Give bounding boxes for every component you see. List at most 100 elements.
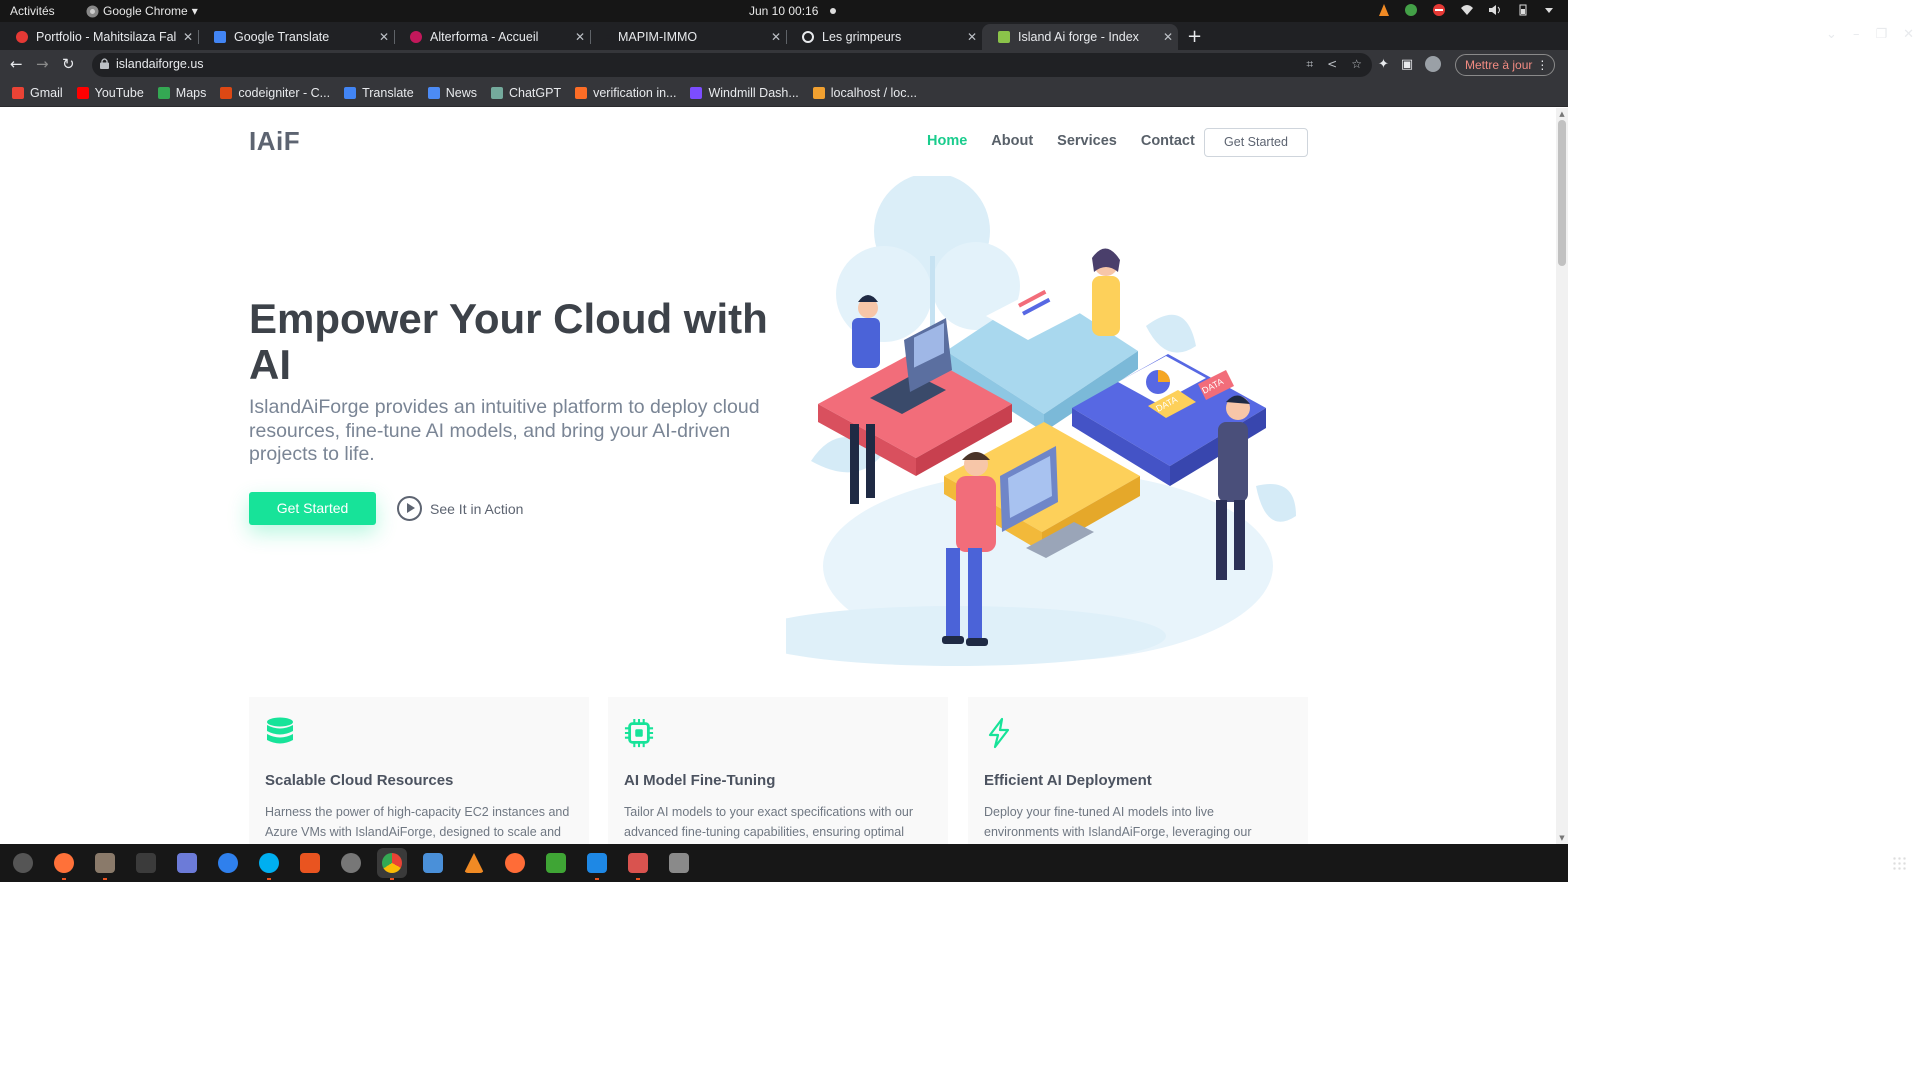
bookmark-item[interactable]: YouTube xyxy=(76,86,144,100)
new-tab-button[interactable]: + xyxy=(1187,26,1202,47)
bookmark-favicon-icon xyxy=(220,87,233,99)
bookmark-label: News xyxy=(445,86,477,100)
close-icon[interactable]: ✕ xyxy=(1158,30,1178,44)
firefox-icon[interactable] xyxy=(49,848,79,880)
tab-les-grimpeurs[interactable]: Les grimpeurs ✕ xyxy=(786,24,982,50)
avatar[interactable] xyxy=(1425,56,1442,72)
feature-title: AI Model Fine-Tuning xyxy=(624,772,776,789)
feature-card-finetune: AI Model Fine-Tuning Tailor AI models to… xyxy=(608,697,948,844)
update-icon xyxy=(1405,4,1417,16)
wifi-icon xyxy=(1461,5,1473,15)
close-icon[interactable]: ✕ xyxy=(178,30,198,44)
app-menu[interactable]: Google Chrome ▾ xyxy=(86,4,198,18)
bookmark-item[interactable]: Maps xyxy=(157,86,206,100)
bookmark-label: Translate xyxy=(362,86,414,100)
bookmark-item[interactable]: Translate xyxy=(344,86,414,100)
scroll-up-icon[interactable]: ▲ xyxy=(1558,110,1566,118)
clock[interactable]: Jun 10 00:16 xyxy=(749,4,818,18)
bookmark-favicon-icon xyxy=(491,87,503,99)
tab-google-translate[interactable]: Google Translate ✕ xyxy=(198,24,395,50)
nav-services[interactable]: Services xyxy=(1057,133,1117,149)
page-scrollbar[interactable]: ▲ ▼ xyxy=(1556,108,1568,844)
bookmark-favicon-icon xyxy=(76,87,89,99)
tab-title: Alterforma - Accueil xyxy=(430,30,539,44)
restore-icon[interactable]: ❐ xyxy=(1875,27,1887,42)
vscode-icon[interactable] xyxy=(582,848,612,880)
site-logo[interactable]: IAiF xyxy=(249,126,300,157)
bookmark-item[interactable]: ChatGPT xyxy=(491,86,561,100)
translate-page-icon[interactable]: ⌗ xyxy=(1306,57,1313,72)
skype-icon[interactable] xyxy=(254,848,284,880)
tab-island-ai-forge[interactable]: Island Ai forge - Index ✕ xyxy=(982,24,1178,50)
update-button[interactable]: Mettre à jour ⋮ xyxy=(1455,54,1556,76)
bookmark-item[interactable]: Windmill Dash... xyxy=(690,86,799,100)
postman-icon[interactable] xyxy=(500,848,530,878)
extensions-icon[interactable]: ✦ xyxy=(1378,57,1389,72)
power-chevron-icon xyxy=(1545,8,1553,13)
nav-home[interactable]: Home xyxy=(927,133,967,149)
minimize-icon[interactable]: – xyxy=(1853,27,1860,42)
presentation-icon[interactable] xyxy=(623,848,653,880)
trash-icon[interactable] xyxy=(664,848,694,878)
bookmark-label: Windmill Dash... xyxy=(708,86,799,100)
url-text: islandaiforge.us xyxy=(116,57,204,71)
settings-icon[interactable] xyxy=(336,848,366,878)
tab-alterforma[interactable]: Alterforma - Accueil ✕ xyxy=(394,24,591,50)
hero-get-started-button[interactable]: Get Started xyxy=(249,492,376,525)
bookmark-item[interactable]: localhost / loc... xyxy=(812,86,917,100)
close-icon[interactable]: ✕ xyxy=(374,30,394,44)
bookmark-star-icon[interactable]: ☆ xyxy=(1351,57,1362,72)
terminal-icon[interactable] xyxy=(131,848,161,878)
bookmark-favicon-icon xyxy=(344,87,357,99)
scrollbar-thumb[interactable] xyxy=(1558,120,1566,266)
reload-icon[interactable]: ↻ xyxy=(62,55,75,73)
close-icon[interactable]: ✕ xyxy=(962,30,982,44)
nav-get-started-button[interactable]: Get Started xyxy=(1204,128,1308,157)
back-icon[interactable]: ← xyxy=(10,55,23,73)
scroll-down-icon[interactable]: ▼ xyxy=(1558,834,1566,842)
show-apps-icon[interactable] xyxy=(1892,856,1906,870)
feature-text: Tailor AI models to your exact specifica… xyxy=(624,805,914,839)
ubuntu-menu-icon[interactable] xyxy=(8,848,38,878)
bookmark-item[interactable]: Gmail xyxy=(12,86,63,100)
tab-portfolio[interactable]: Portfolio - Mahitsilaza Fal ✕ xyxy=(0,24,199,50)
close-icon[interactable]: ✕ xyxy=(570,30,590,44)
tab-search-icon[interactable]: ⌄ xyxy=(1826,27,1837,42)
bookmark-label: verification in... xyxy=(593,86,677,100)
vlc-dock-icon[interactable] xyxy=(459,848,489,878)
bookmark-favicon-icon xyxy=(427,87,440,99)
taskbar-dock xyxy=(0,844,1568,882)
close-icon[interactable]: ✕ xyxy=(766,30,786,44)
tab-favicon xyxy=(998,31,1010,43)
feature-title: Scalable Cloud Resources xyxy=(265,772,454,789)
software-center-icon[interactable] xyxy=(295,848,325,878)
bookmark-item[interactable]: verification in... xyxy=(575,86,676,100)
nav-about[interactable]: About xyxy=(991,133,1033,149)
spreadsheet-icon[interactable] xyxy=(541,848,571,878)
forward-icon[interactable]: → xyxy=(36,55,49,73)
tab-title: MAPIM-IMMO xyxy=(618,30,698,44)
text-editor-icon[interactable] xyxy=(418,848,448,878)
system-tray[interactable] xyxy=(1378,3,1554,17)
kebab-menu-icon[interactable]: ⋮ xyxy=(1536,55,1548,75)
chrome-icon[interactable] xyxy=(377,848,407,880)
chrome-icon xyxy=(86,5,99,17)
screenshot-icon[interactable] xyxy=(172,848,202,878)
volume-icon xyxy=(1489,5,1500,15)
help-icon[interactable] xyxy=(213,848,243,878)
files-icon[interactable] xyxy=(90,848,120,880)
activities-button[interactable]: Activités xyxy=(10,4,55,18)
bookmark-item[interactable]: codeigniter - C... xyxy=(220,86,330,100)
tab-mapim-immo[interactable]: MAPIM-IMMO ✕ xyxy=(590,24,787,50)
bookmark-item[interactable]: News xyxy=(427,86,477,100)
watch-label: See It in Action xyxy=(430,500,524,517)
close-window-icon[interactable]: ✕ xyxy=(1903,27,1914,42)
nav-contact[interactable]: Contact xyxy=(1141,133,1195,149)
side-panel-icon[interactable]: ▣ xyxy=(1401,57,1413,72)
address-bar[interactable]: islandaiforge.us ⌗ < ☆ xyxy=(92,53,1372,77)
do-not-disturb-icon xyxy=(1433,4,1445,16)
bookmark-label: codeigniter - C... xyxy=(238,86,331,100)
share-icon[interactable]: < xyxy=(1327,57,1337,72)
see-it-in-action-link[interactable]: See It in Action xyxy=(397,496,523,521)
feature-card-cloud: Scalable Cloud Resources Harness the pow… xyxy=(249,697,589,844)
